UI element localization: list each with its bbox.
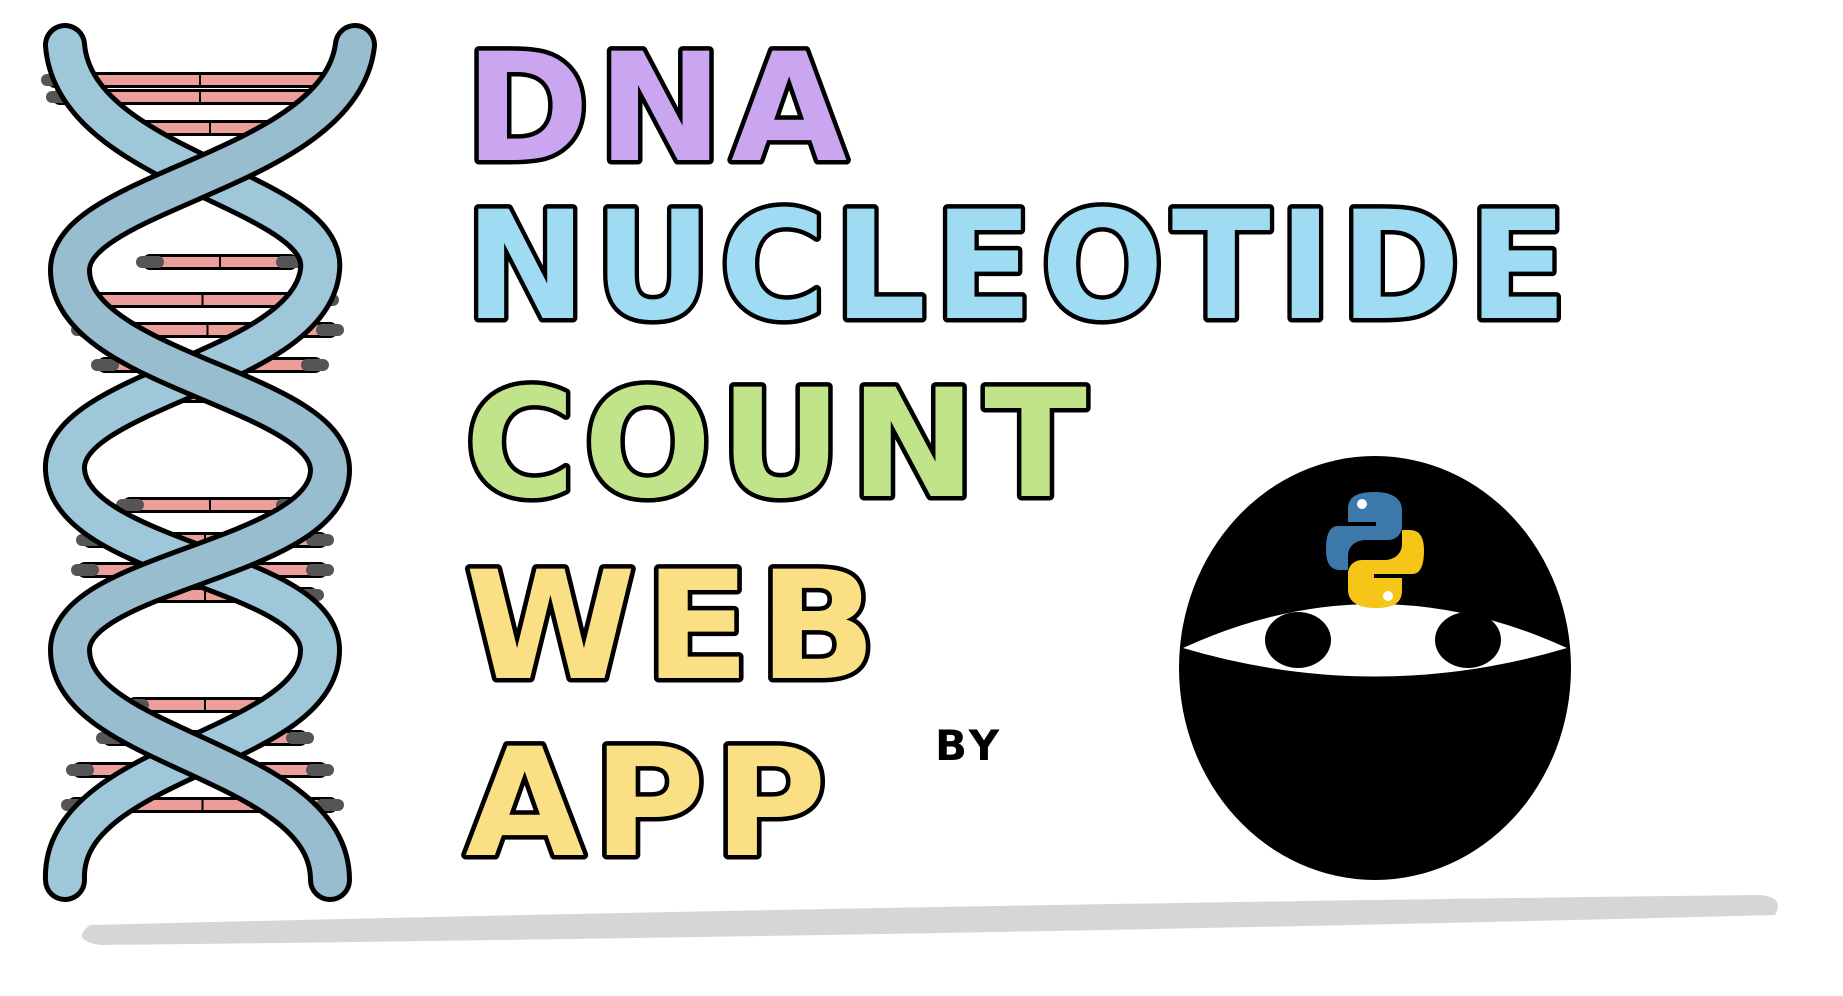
title-word-nucleotide: NUCLEOTIDE [465, 180, 1575, 354]
banner-canvas: DNA NUCLEOTIDE COUNT WEB APP BY [41, 18, 1778, 945]
ninja-right-eye [1435, 612, 1501, 668]
dna-helix-icon [41, 23, 377, 902]
title-word-count: COUNT [465, 358, 1095, 532]
ground-shadow [82, 895, 1778, 945]
ninja-head-icon [1179, 456, 1571, 880]
title-word-dna: DNA [465, 22, 855, 196]
byline-text: BY [935, 721, 1003, 770]
title-word-app: APP [465, 717, 835, 891]
ninja-left-eye [1265, 612, 1331, 668]
title-word-web: WEB [465, 540, 885, 714]
